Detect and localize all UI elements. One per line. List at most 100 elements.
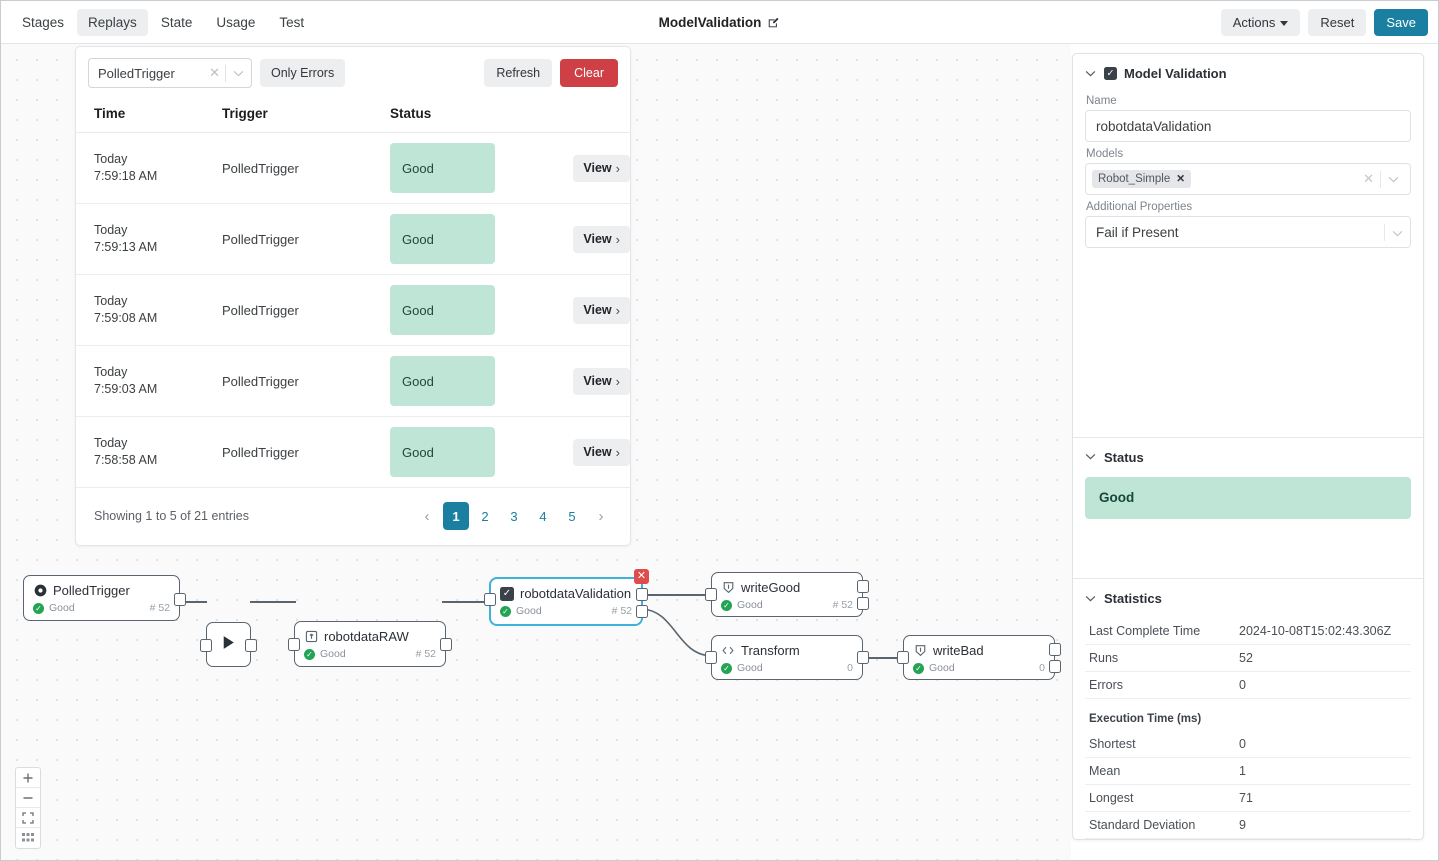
pagination-next[interactable]: › (588, 502, 614, 530)
section-header-model-validation[interactable]: ✓ Model Validation (1073, 54, 1423, 89)
stat-group-header-execution-time: Execution Time (ms) (1085, 699, 1411, 732)
clear-button[interactable]: Clear (560, 59, 618, 87)
node-input-port[interactable] (705, 588, 717, 601)
row-day: Today (94, 222, 204, 239)
table-row[interactable]: Today7:59:03 AM PolledTrigger Good View› (76, 346, 630, 417)
close-icon[interactable]: ✕ (634, 569, 649, 584)
minus-icon[interactable] (16, 788, 40, 808)
clear-all-icon[interactable]: ✕ (1357, 171, 1380, 187)
node-robotdataraw[interactable]: robotdataRAW ✓ Good # 52 (294, 621, 446, 667)
chevron-right-icon: › (616, 374, 620, 389)
node-title-row: robotdataRAW (295, 622, 445, 646)
checkbox-icon[interactable]: ✓ (500, 587, 514, 601)
node-output-port-good[interactable] (636, 588, 648, 601)
reset-button[interactable]: Reset (1308, 9, 1366, 36)
plus-icon[interactable] (16, 768, 40, 788)
chevron-down-icon[interactable] (1385, 225, 1410, 240)
node-input-port[interactable] (200, 639, 212, 652)
node-status: Good (929, 662, 955, 674)
chevron-down-icon[interactable] (1085, 593, 1097, 605)
section-header-statistics[interactable]: Statistics (1073, 579, 1423, 614)
node-input-port[interactable] (484, 593, 496, 606)
cell-trigger: PolledTrigger (204, 346, 372, 417)
node-output-port[interactable] (245, 639, 257, 652)
clear-filter-icon[interactable]: ✕ (204, 65, 225, 81)
tab-stages[interactable]: Stages (11, 9, 75, 36)
cell-action: View› (540, 275, 630, 346)
model-chip[interactable]: Robot_Simple ✕ (1092, 170, 1191, 188)
pagination-page-2[interactable]: 2 (472, 502, 498, 530)
cell-status: Good (372, 346, 540, 417)
node-output-port[interactable] (174, 593, 186, 606)
table-row[interactable]: Today7:58:58 AM PolledTrigger Good View› (76, 417, 630, 488)
table-row[interactable]: Today7:59:13 AM PolledTrigger Good View› (76, 204, 630, 275)
pagination-prev[interactable]: ‹ (414, 502, 440, 530)
table-head: Time Trigger Status (76, 98, 630, 133)
actions-button[interactable]: Actions (1221, 9, 1301, 36)
node-output-port[interactable] (857, 651, 869, 664)
view-button[interactable]: View› (573, 368, 630, 395)
grid-icon[interactable] (16, 828, 40, 848)
tab-usage[interactable]: Usage (205, 9, 266, 36)
trigger-filter-select[interactable]: PolledTrigger ✕ (88, 58, 252, 88)
flow-canvas[interactable]: PolledTrigger ✕ Only Errors Refresh Clea… (1, 44, 1071, 861)
name-input[interactable]: robotdataValidation (1085, 110, 1411, 142)
cell-action: View› (540, 417, 630, 488)
view-label: View (583, 232, 611, 246)
row-time: 7:59:08 AM (94, 310, 204, 327)
fit-screen-icon[interactable] (16, 808, 40, 828)
view-button[interactable]: View› (573, 155, 630, 182)
stat-row-mean: Mean 1 (1085, 758, 1411, 785)
column-header-trigger: Trigger (204, 98, 372, 133)
only-errors-button[interactable]: Only Errors (260, 59, 345, 87)
tab-replays[interactable]: Replays (77, 9, 148, 36)
pagination-page-3[interactable]: 3 (501, 502, 527, 530)
node-output-port-a[interactable] (857, 580, 869, 593)
enable-checkbox[interactable]: ✓ (1104, 67, 1117, 80)
cell-action: View› (540, 133, 630, 204)
save-button[interactable]: Save (1374, 9, 1428, 36)
tab-test[interactable]: Test (268, 9, 315, 36)
table-row[interactable]: Today7:59:18 AM PolledTrigger Good View› (76, 133, 630, 204)
node-output-port-b[interactable] (857, 597, 869, 610)
node-output-port-b[interactable] (1049, 660, 1061, 673)
pagination-page-4[interactable]: 4 (530, 502, 556, 530)
stat-key: Longest (1085, 785, 1235, 812)
status-ok-icon: ✓ (721, 600, 732, 611)
stat-key: Mean (1085, 758, 1235, 785)
additional-properties-select[interactable]: Fail if Present (1085, 216, 1411, 248)
node-writebad[interactable]: writeBad ✓ Good 0 (903, 635, 1055, 680)
pagination-page-5[interactable]: 5 (559, 502, 585, 530)
node-writegood[interactable]: writeGood ✓ Good # 52 (711, 572, 863, 617)
node-input-port[interactable] (897, 651, 909, 664)
node-output-port[interactable] (440, 638, 452, 651)
node-label: PolledTrigger (53, 583, 130, 598)
top-bar: Stages Replays State Usage Test ModelVal… (1, 1, 1438, 44)
node-count: # 52 (612, 605, 632, 617)
node-run-button[interactable] (206, 622, 251, 667)
chevron-down-icon[interactable] (226, 64, 251, 82)
table-row[interactable]: Today7:59:08 AM PolledTrigger Good View› (76, 275, 630, 346)
additional-properties-label: Additional Properties (1086, 201, 1411, 213)
node-transform[interactable]: Transform ✓ Good 0 (711, 635, 863, 680)
section-header-status[interactable]: Status (1073, 438, 1423, 473)
refresh-button[interactable]: Refresh (484, 59, 552, 87)
edit-square-icon[interactable] (767, 16, 780, 29)
pagination-page-1[interactable]: 1 (443, 502, 469, 530)
node-robotdatavalidation[interactable]: ✓ robotdataValidation ✓ Good # 52 ✕ (490, 578, 642, 625)
node-output-port-bad[interactable] (636, 605, 648, 618)
node-input-port[interactable] (705, 651, 717, 664)
chevron-down-icon[interactable] (1085, 68, 1097, 80)
node-input-port[interactable] (288, 638, 300, 651)
view-button[interactable]: View› (573, 226, 630, 253)
node-output-port-a[interactable] (1049, 643, 1061, 656)
chevron-down-icon[interactable] (1381, 170, 1406, 188)
node-polledtrigger[interactable]: PolledTrigger ✓ Good # 52 (23, 575, 180, 621)
chevron-down-icon[interactable] (1085, 451, 1097, 463)
view-button[interactable]: View› (573, 297, 630, 324)
remove-chip-icon[interactable]: ✕ (1176, 173, 1185, 185)
tab-state[interactable]: State (150, 9, 204, 36)
view-button[interactable]: View› (573, 439, 630, 466)
stat-row-shortest: Shortest 0 (1085, 731, 1411, 758)
models-multiselect[interactable]: Robot_Simple ✕ ✕ (1085, 163, 1411, 195)
